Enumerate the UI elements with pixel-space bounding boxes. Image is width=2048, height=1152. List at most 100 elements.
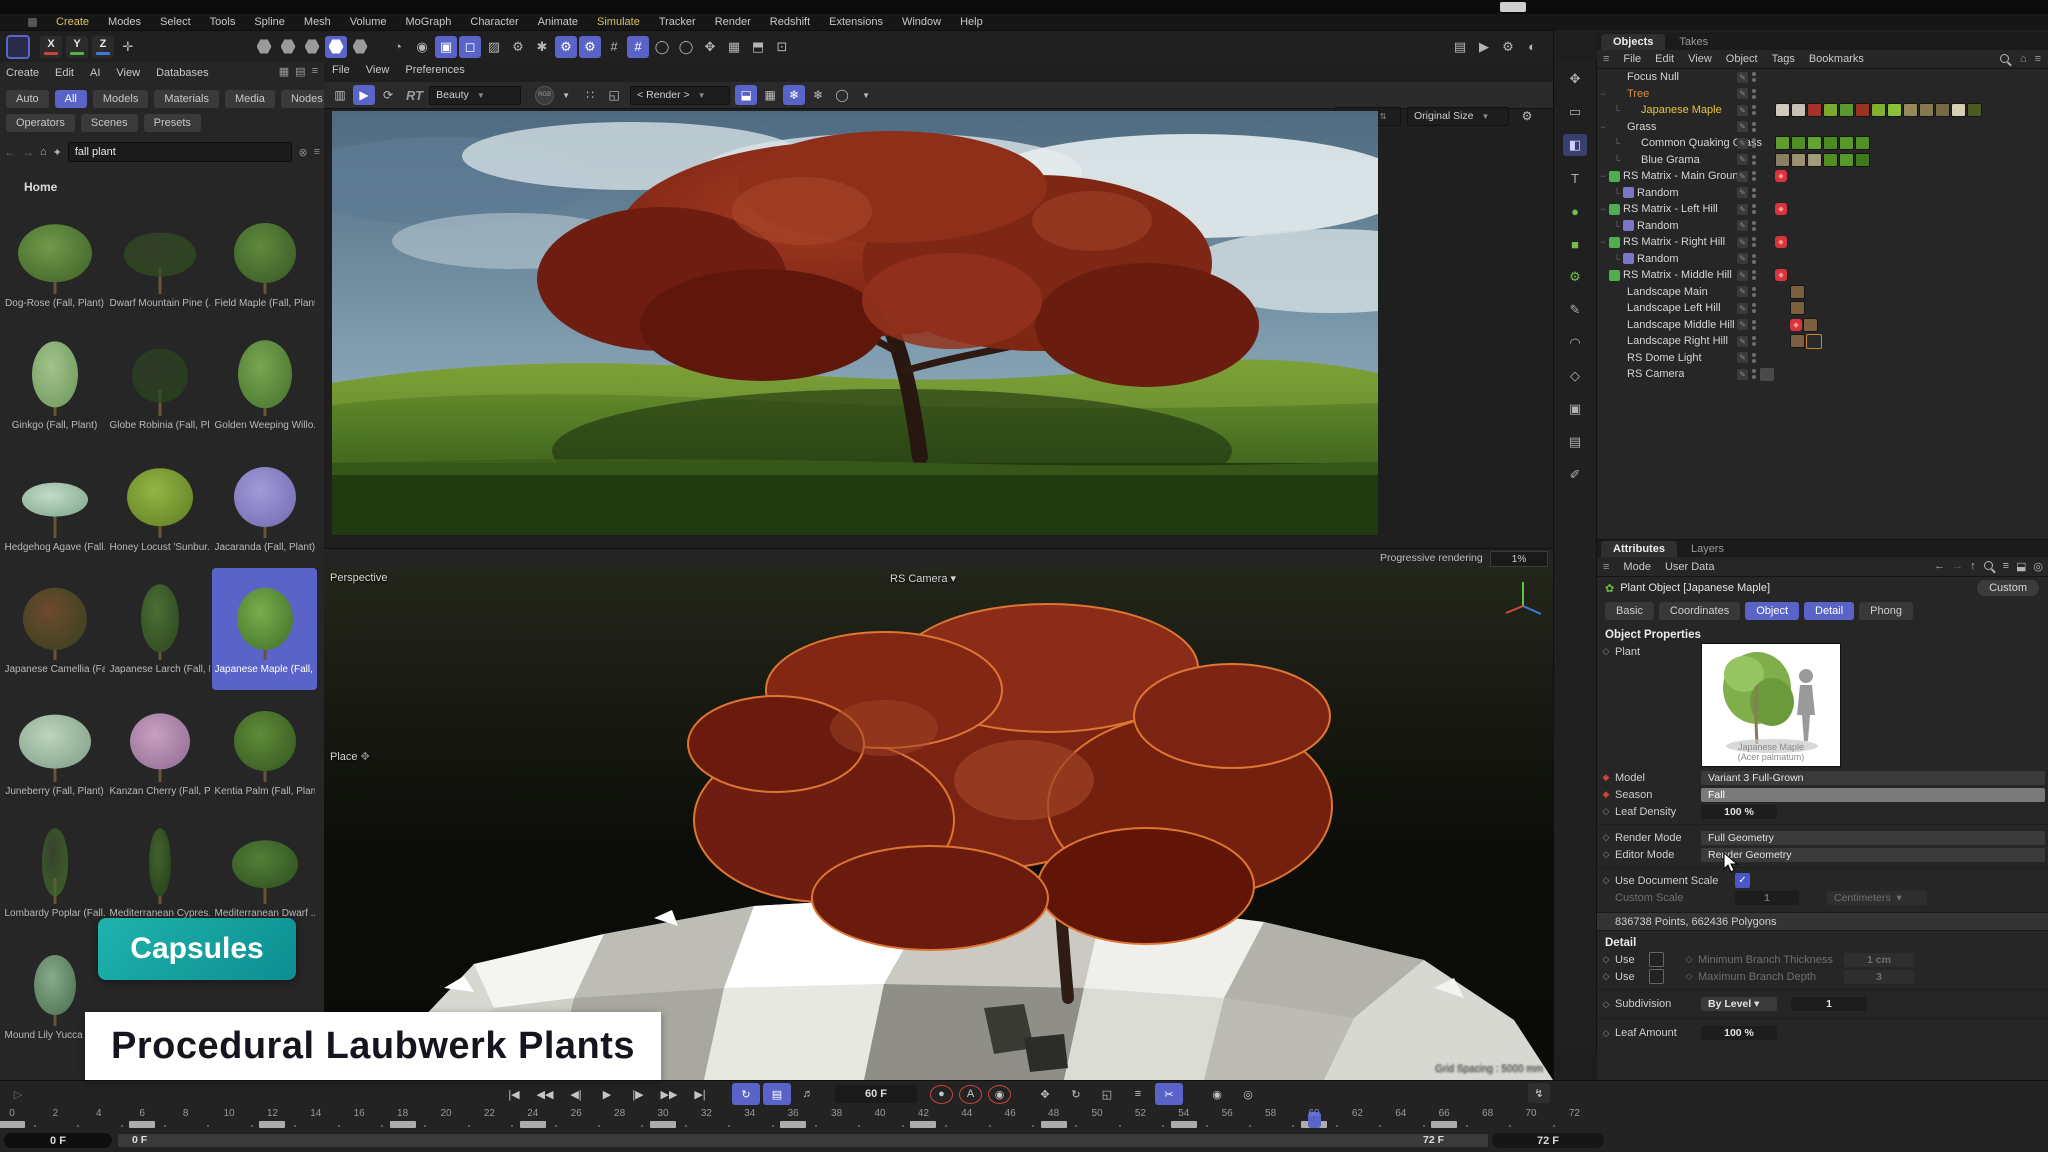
menu-item[interactable]: Select <box>160 16 191 28</box>
plant-preview[interactable]: Japanese Maple (Acer palmatum) <box>1701 643 1841 767</box>
record-channel-toggle[interactable]: ✥ <box>1031 1083 1059 1105</box>
asset-item[interactable]: Dwarf Mountain Pine (... <box>107 202 212 324</box>
user-data-menu[interactable]: User Data <box>1665 561 1715 573</box>
object-tag[interactable] <box>1775 285 1789 298</box>
object-tag[interactable] <box>1775 335 1789 348</box>
object-name[interactable]: RS Matrix - Left Hill <box>1623 203 1718 215</box>
channel-badge[interactable]: RGB <box>535 86 554 105</box>
object-tag[interactable] <box>1760 137 1774 150</box>
asset-item[interactable]: Juneberry (Fall, Plant) <box>2 690 107 812</box>
restart-render-icon[interactable]: ⟳ <box>377 85 399 105</box>
object-row[interactable]: Landscape Right Hill ✎ <box>1597 333 2048 350</box>
keyframe-marker[interactable] <box>1041 1121 1067 1128</box>
asset-menu-item[interactable]: Edit <box>55 67 74 79</box>
range-end-field[interactable]: 72 F <box>1492 1133 1604 1148</box>
object-name[interactable]: Landscape Left Hill <box>1627 302 1721 314</box>
asset-item[interactable]: Japanese Camellia (Fal... <box>2 568 107 690</box>
layer-toggle-icon[interactable]: ✎ <box>1737 270 1748 281</box>
visibility-dots[interactable] <box>1752 336 1756 346</box>
record-button[interactable]: ● <box>930 1085 953 1104</box>
object-row[interactable]: RS Camera ✎ <box>1597 366 2048 383</box>
use-document-scale-checkbox[interactable]: ✓ <box>1735 873 1750 888</box>
object-row[interactable]: └ Random ✎ <box>1597 218 2048 235</box>
panel-burger-icon[interactable]: ≡ <box>1603 561 1609 573</box>
toolbar-icon[interactable]: ⚙ <box>579 36 601 58</box>
object-row[interactable]: └ Common Quaking Grass ✎ <box>1597 135 2048 152</box>
object-tag[interactable] <box>1760 302 1774 315</box>
toolbar-icon[interactable]: ◔ <box>387 36 409 58</box>
object-tag[interactable] <box>1790 301 1805 315</box>
object-tag[interactable] <box>1790 285 1805 299</box>
asset-item[interactable]: Lombardy Poplar (Fall... <box>2 812 107 934</box>
viewport-label[interactable]: Perspective <box>330 572 387 584</box>
lock-render-icon[interactable]: ⬓ <box>735 85 757 105</box>
menu-item[interactable]: Mesh <box>304 16 331 28</box>
subdivision-mode-dropdown[interactable]: By Level ▾ <box>1701 997 1777 1011</box>
asset-item[interactable]: Mediterranean Cypres... <box>107 812 212 934</box>
home-icon[interactable]: ⌂ <box>40 146 47 158</box>
layer-toggle-icon[interactable]: ✎ <box>1737 88 1748 99</box>
layer-toggle-icon[interactable]: ✎ <box>1737 154 1748 165</box>
render-shortcut-icon[interactable]: ⚙ <box>1497 36 1519 58</box>
object-tag[interactable] <box>1951 103 1966 117</box>
object-name[interactable]: RS Camera <box>1627 368 1684 380</box>
leaf-amount-field[interactable]: 100 % <box>1701 1026 1777 1040</box>
layer-toggle-icon[interactable]: ✎ <box>1737 72 1748 83</box>
menu-item[interactable]: Character <box>470 16 518 28</box>
object-tag[interactable] <box>1775 136 1790 150</box>
rail-tool-icon[interactable]: ◇ <box>1563 365 1587 387</box>
rail-tool-icon[interactable]: ■ <box>1563 233 1587 255</box>
render-shortcut-icon[interactable]: ▶ <box>1473 36 1495 58</box>
toolbar-icon[interactable]: ✱ <box>531 36 553 58</box>
visibility-dots[interactable] <box>1752 204 1756 214</box>
layer-toggle-icon[interactable]: ✎ <box>1737 369 1748 380</box>
range-start-field[interactable]: 0 F <box>4 1133 112 1148</box>
layer-toggle-icon[interactable]: ✎ <box>1737 187 1748 198</box>
object-tag[interactable] <box>1855 136 1870 150</box>
object-row[interactable]: └ Random ✎ <box>1597 251 2048 268</box>
visibility-dots[interactable] <box>1752 122 1756 132</box>
layer-toggle-icon[interactable]: ✎ <box>1737 237 1748 248</box>
filter-icon[interactable]: ≡ <box>2035 53 2041 65</box>
om-menu-item[interactable]: Edit <box>1655 53 1674 65</box>
asset-item[interactable]: Honey Locust 'Sunbur... <box>107 446 212 568</box>
snapshot-freeze-icon[interactable]: ❄ <box>783 85 805 105</box>
attribute-tab-chip[interactable]: Phong <box>1859 602 1913 620</box>
toolbar-icon[interactable]: ✥ <box>699 36 721 58</box>
panel-tab[interactable]: Objects <box>1601 34 1665 50</box>
layer-toggle-icon[interactable]: ✎ <box>1737 336 1748 347</box>
asset-item[interactable]: Ginkgo (Fall, Plant) <box>2 324 107 446</box>
expander-icon[interactable]: − <box>1597 89 1609 99</box>
toolbar-icon[interactable]: ▣ <box>435 36 457 58</box>
back-icon[interactable]: ← <box>4 145 16 159</box>
layer-toggle-icon[interactable]: ✎ <box>1737 171 1748 182</box>
visibility-dots[interactable] <box>1752 138 1756 148</box>
object-tag[interactable] <box>1760 186 1774 199</box>
rail-tool-icon[interactable]: ● <box>1563 200 1587 222</box>
expander-icon[interactable]: └ <box>1611 105 1623 115</box>
object-row[interactable]: Landscape Left Hill ✎ <box>1597 300 2048 317</box>
capsule-icon[interactable] <box>301 36 323 58</box>
visibility-dots[interactable] <box>1752 188 1756 198</box>
object-name[interactable]: Focus Null <box>1627 71 1679 83</box>
render-view-menu-item[interactable]: View <box>366 64 390 76</box>
transport-button[interactable]: |▶ <box>624 1083 652 1105</box>
toolbar-icon[interactable]: # <box>603 36 625 58</box>
asset-item[interactable]: Japanese Larch (Fall, Pl... <box>107 568 212 690</box>
coordinate-system-icon[interactable]: ✛ <box>117 36 139 58</box>
visibility-dots[interactable] <box>1752 303 1756 313</box>
object-row[interactable]: RS Dome Light ✎ <box>1597 350 2048 367</box>
render-view-menu-item[interactable]: File <box>332 64 350 76</box>
menu-item[interactable]: Animate <box>538 16 578 28</box>
toolbar-icon[interactable]: ⚙ <box>555 36 577 58</box>
object-tag[interactable] <box>1760 170 1774 183</box>
axis-lock-button[interactable]: Y <box>66 36 88 58</box>
object-row[interactable]: − RS Matrix - Left Hill ✎ <box>1597 201 2048 218</box>
keyframe-marker[interactable] <box>129 1121 155 1128</box>
toolbar-icon[interactable]: ◯ <box>651 36 673 58</box>
show-fcurves-icon[interactable]: ↯ <box>1528 1083 1550 1103</box>
object-tag[interactable] <box>1790 334 1805 348</box>
object-tag[interactable] <box>1803 318 1818 332</box>
transport-button[interactable]: ▶▶ <box>655 1083 683 1105</box>
object-tag[interactable] <box>1760 153 1774 166</box>
